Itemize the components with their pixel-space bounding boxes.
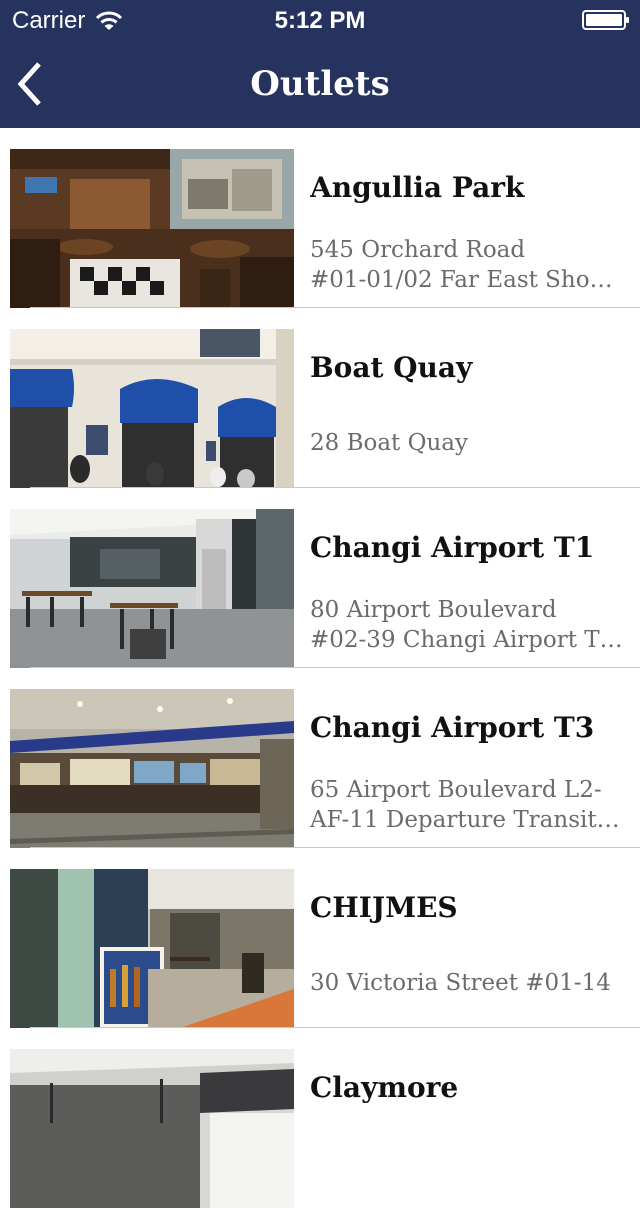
- outlet-name: Claymore: [310, 1071, 459, 1104]
- outlet-photo: [10, 509, 294, 668]
- outlet-address: 65 Airport Boulevard L2- AF-11 Departure…: [310, 775, 626, 835]
- clock: 5:12 PM: [274, 7, 366, 34]
- outlet-row-chijmes[interactable]: CHIJMES 30 Victoria Street #01-14: [0, 848, 640, 1028]
- outlet-row-changi-airport-t1[interactable]: Changi Airport T1 80 Airport Boulevard #…: [0, 488, 640, 668]
- outlet-row-angullia-park[interactable]: Angullia Park 545 Orchard Road #01-01/02…: [0, 128, 640, 308]
- outlet-address: 28 Boat Quay: [310, 428, 626, 458]
- outlet-address-line: 545 Orchard Road: [310, 237, 526, 263]
- outlet-address-line: 28 Boat Quay: [310, 430, 468, 456]
- outlet-address-line: 65 Airport Boulevard L2-: [310, 777, 602, 803]
- outlet-photo: [10, 689, 294, 848]
- outlet-address: 545 Orchard Road #01-01/02 Far East Shop…: [310, 235, 626, 295]
- outlet-address-line: 80 Airport Boulevard: [310, 597, 557, 623]
- outlet-photo: [10, 329, 294, 488]
- outlet-row-changi-airport-t3[interactable]: Changi Airport T3 65 Airport Boulevard L…: [0, 668, 640, 848]
- outlet-address-line: 30 Victoria Street #01-14: [310, 970, 611, 996]
- outlet-address-line: #01-01/02 Far East Shop…: [310, 267, 626, 293]
- outlet-name: Changi Airport T3: [310, 711, 595, 744]
- navigation-bar: Outlets: [0, 40, 640, 128]
- outlet-address: 30 Victoria Street #01-14: [310, 968, 626, 998]
- outlet-address-line: AF-11 Departure Transit…: [310, 807, 620, 833]
- header: Carrier 5:12 PM Outlets: [0, 0, 640, 128]
- page-title: Outlets: [250, 64, 390, 104]
- status-bar: Carrier 5:12 PM: [0, 0, 640, 40]
- outlet-address-line: #02-39 Changi Airport T…: [310, 627, 623, 653]
- outlet-name: Angullia Park: [310, 171, 525, 204]
- outlet-row-boat-quay[interactable]: Boat Quay 28 Boat Quay: [0, 308, 640, 488]
- outlet-name: Changi Airport T1: [310, 531, 595, 564]
- outlet-row-claymore[interactable]: Claymore: [0, 1028, 640, 1208]
- outlet-photo: [10, 1049, 294, 1208]
- outlet-name: CHIJMES: [310, 891, 458, 924]
- outlet-address: 80 Airport Boulevard #02-39 Changi Airpo…: [310, 595, 626, 655]
- outlet-photo: [10, 149, 294, 308]
- outlet-list: Angullia Park 545 Orchard Road #01-01/02…: [0, 128, 640, 1208]
- outlet-name: Boat Quay: [310, 351, 473, 384]
- battery-icon: [582, 10, 629, 30]
- outlet-photo: [10, 869, 294, 1028]
